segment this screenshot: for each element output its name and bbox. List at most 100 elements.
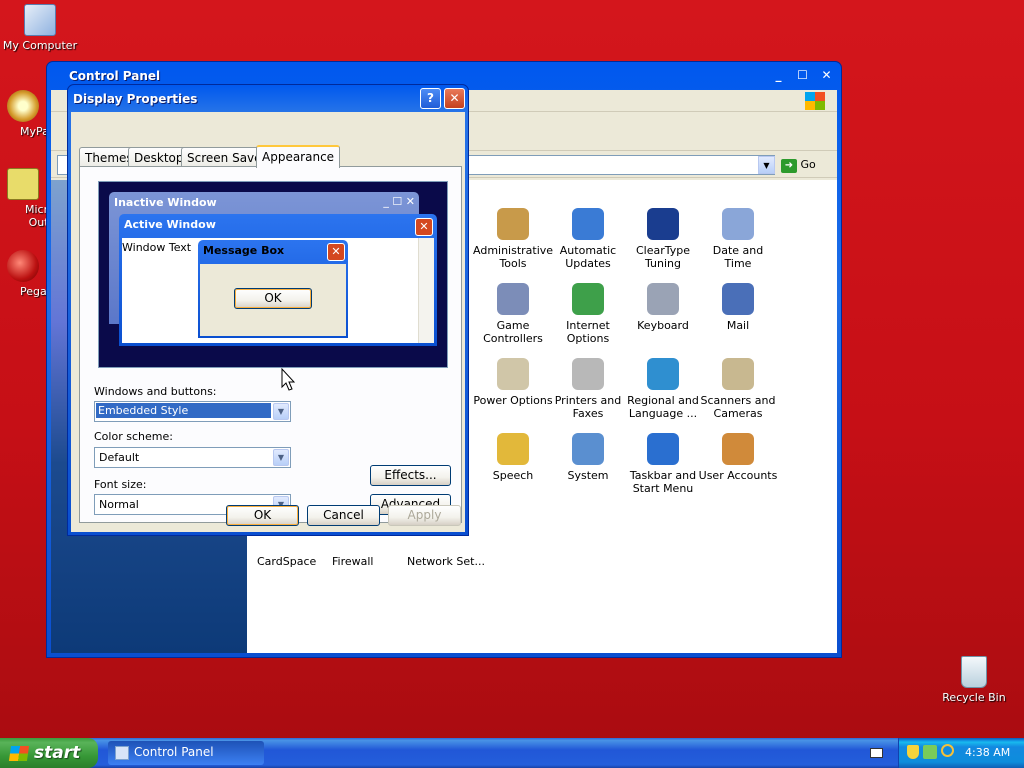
taskbar-button-control-panel[interactable]: Control Panel xyxy=(108,741,264,765)
control-panel-item-label[interactable]: Network Set... xyxy=(407,555,485,568)
mypal-icon xyxy=(7,90,39,122)
control-panel-item-label: Regional and Language ... xyxy=(627,394,699,420)
control-panel-item-icon xyxy=(497,208,529,240)
mouse-cursor-icon xyxy=(281,368,295,391)
control-panel-item-label: Date and Time xyxy=(712,244,764,270)
desktop-icon-label: MyPal xyxy=(20,125,46,138)
preview-message-box: Message Box ✕ OK xyxy=(198,240,348,338)
help-button[interactable]: ? xyxy=(420,88,441,109)
maximize-button[interactable]: ☐ xyxy=(792,66,813,87)
keyboard-icon[interactable] xyxy=(870,748,883,758)
close-button[interactable]: ✕ xyxy=(444,88,465,109)
control-panel-item[interactable]: Date and Time xyxy=(698,208,778,270)
control-panel-item-icon xyxy=(722,358,754,390)
control-panel-item-label: Internet Options xyxy=(566,319,610,345)
desktop-icon-mypal[interactable]: MyPal xyxy=(0,90,46,138)
dialog-title: Display Properties xyxy=(73,92,198,106)
font-size-label: Font size: xyxy=(94,478,147,491)
control-panel-item-label[interactable]: Firewall xyxy=(332,555,373,568)
chevron-down-icon[interactable]: ▼ xyxy=(273,449,289,466)
control-panel-item-label: Mail xyxy=(726,319,750,332)
windows-flag-icon xyxy=(805,92,825,110)
effects-button[interactable]: Effects... xyxy=(370,465,451,486)
control-panel-item-label: Keyboard xyxy=(637,319,689,332)
close-button[interactable]: ✕ xyxy=(816,66,837,87)
address-dropdown[interactable]: ▼ xyxy=(758,156,775,174)
control-panel-item[interactable]: Automatic Updates xyxy=(548,208,628,270)
control-panel-item-icon xyxy=(497,283,529,315)
control-panel-item-icon xyxy=(497,433,529,465)
taskbar: start Control Panel 4:38 AM xyxy=(0,738,1024,768)
windows-buttons-select[interactable]: Embedded Style ▼ xyxy=(94,401,291,422)
control-panel-item-icon xyxy=(647,208,679,240)
desktop-icon-my-computer[interactable]: My Computer xyxy=(0,4,80,52)
control-panel-item-label: Power Options xyxy=(473,394,553,407)
control-panel-item-label: User Accounts xyxy=(698,469,778,482)
control-panel-item-icon xyxy=(722,433,754,465)
control-panel-item-label: Administrative Tools xyxy=(473,244,554,270)
display-properties-dialog: Display Properties ? ✕ Themes Desktop Sc… xyxy=(67,84,469,536)
preview-message-close-icon: ✕ xyxy=(327,243,345,261)
control-panel-item[interactable]: System xyxy=(548,433,628,482)
control-panel-item[interactable]: Speech xyxy=(473,433,553,482)
search-icon[interactable] xyxy=(941,744,954,757)
control-panel-item[interactable]: ClearType Tuning xyxy=(623,208,703,270)
desktop-icon-outlook[interactable]: Microsoft Outlook xyxy=(0,168,46,229)
control-panel-item-icon xyxy=(722,283,754,315)
control-panel-item-label: Taskbar and Start Menu xyxy=(629,469,697,495)
control-panel-item[interactable]: Regional and Language ... xyxy=(623,358,703,420)
control-panel-item-icon xyxy=(572,208,604,240)
control-panel-item-icon xyxy=(572,283,604,315)
control-panel-item-label: Speech xyxy=(492,469,534,482)
control-panel-item[interactable]: Taskbar and Start Menu xyxy=(623,433,703,495)
go-arrow-icon: ➜ xyxy=(781,159,797,173)
control-panel-item[interactable]: User Accounts xyxy=(698,433,778,482)
my-computer-icon xyxy=(24,4,56,36)
apply-button[interactable]: Apply xyxy=(388,505,461,526)
control-panel-item[interactable]: Internet Options xyxy=(548,283,628,345)
desktop-icon-label: Recycle Bin xyxy=(942,691,1006,704)
desktop-icon-label: Microsoft Outlook xyxy=(24,203,46,229)
control-panel-item-label: Automatic Updates xyxy=(559,244,617,270)
control-panel-item-icon xyxy=(572,358,604,390)
windows-logo-icon xyxy=(8,746,30,761)
recycle-bin-icon xyxy=(961,656,987,688)
security-shield-icon[interactable] xyxy=(907,745,919,759)
control-panel-item-icon xyxy=(497,358,529,390)
preview-ok-button: OK xyxy=(234,288,312,309)
control-panel-item[interactable]: Keyboard xyxy=(623,283,703,332)
control-panel-item-label: System xyxy=(567,469,609,482)
ok-button[interactable]: OK xyxy=(226,505,299,526)
control-panel-item-icon xyxy=(647,433,679,465)
control-panel-item[interactable]: Administrative Tools xyxy=(473,208,553,270)
minimize-button[interactable]: _ xyxy=(768,66,789,87)
preview-message-body: OK xyxy=(200,264,346,336)
dialog-titlebar[interactable]: Display Properties xyxy=(68,85,468,111)
control-panel-item[interactable]: Scanners and Cameras xyxy=(698,358,778,420)
color-scheme-label: Color scheme: xyxy=(94,430,173,443)
system-tray: 4:38 AM xyxy=(898,738,1024,768)
control-panel-icon xyxy=(115,746,129,760)
color-scheme-select[interactable]: Default ▼ xyxy=(94,447,291,468)
start-button[interactable]: start xyxy=(0,738,98,768)
control-panel-item-icon xyxy=(647,358,679,390)
control-panel-item[interactable]: Power Options xyxy=(473,358,553,407)
window-title: Control Panel xyxy=(69,69,161,83)
control-panel-item-label: Scanners and Cameras xyxy=(700,394,776,420)
tab-appearance[interactable]: Appearance xyxy=(256,145,341,168)
cancel-button[interactable]: Cancel xyxy=(307,505,380,526)
control-panel-item[interactable]: Printers and Faxes xyxy=(548,358,628,420)
control-panel-item[interactable]: Game Controllers xyxy=(473,283,553,345)
network-icon[interactable] xyxy=(923,745,937,759)
windows-buttons-label: Windows and buttons: xyxy=(94,385,217,398)
control-panel-item-icon xyxy=(647,283,679,315)
desktop-icon-recycle-bin[interactable]: Recycle Bin xyxy=(934,656,1014,704)
preview-close-icon: ✕ xyxy=(415,218,433,236)
desktop-icon-label: My Computer xyxy=(2,39,78,52)
desktop-icon-pegasus[interactable]: Pegasus xyxy=(0,250,46,298)
go-button[interactable]: ➜ Go xyxy=(781,155,823,175)
outlook-icon xyxy=(7,168,39,200)
control-panel-item-label[interactable]: CardSpace xyxy=(257,555,316,568)
chevron-down-icon[interactable]: ▼ xyxy=(273,403,289,420)
control-panel-item[interactable]: Mail xyxy=(698,283,778,332)
